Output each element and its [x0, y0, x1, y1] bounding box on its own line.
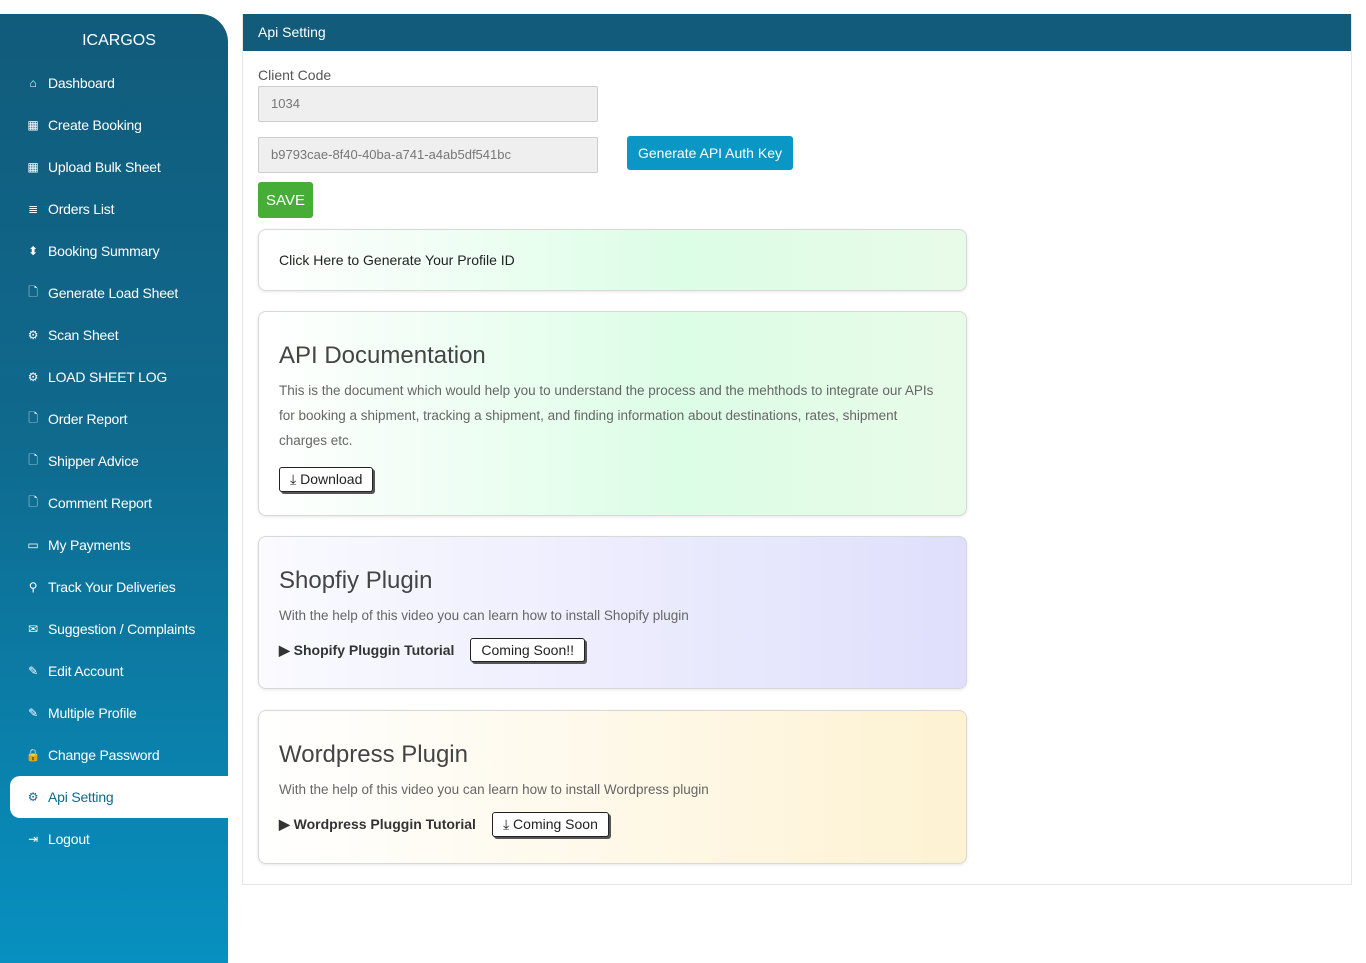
brand-logo: ICARGOS	[82, 32, 156, 49]
sidebar-item-label: Dashboard	[48, 75, 115, 91]
gear-icon: ⚙	[27, 790, 39, 804]
pencil-icon: ✎	[28, 664, 38, 678]
gear-icon: ⚙	[27, 328, 39, 342]
sidebar-item-label: Booking Summary	[48, 243, 160, 259]
home-icon: ⌂	[29, 76, 37, 90]
client-code-label: Client Code	[258, 67, 332, 83]
page-title: Api Setting	[243, 14, 1351, 51]
file-icon: 🗋	[28, 494, 38, 509]
shopify-tutorial-toggle[interactable]: ▶ Shopify Pluggin Tutorial	[279, 642, 454, 659]
card-title: Wordpress Plugin	[279, 741, 468, 768]
download-label: Download	[300, 471, 363, 487]
generate-profile-id-link[interactable]: Click Here to Generate Your Profile ID	[279, 252, 515, 268]
sidebar-item-edit-account[interactable]: ✎ Edit Account	[0, 650, 228, 692]
sidebar-item-upload-bulk-sheet[interactable]: ▦ Upload Bulk Sheet	[0, 146, 228, 188]
sidebar-item-label: Create Booking	[48, 117, 142, 133]
sidebar-item-label: Multiple Profile	[48, 705, 137, 721]
download-icon: ⤓	[290, 471, 297, 487]
download-icon: ⤓	[502, 816, 510, 832]
sidebar-item-label: My Payments	[48, 537, 131, 553]
sidebar-item-label: Suggestion / Complaints	[48, 621, 196, 637]
sidebar-item-suggestion-complaints[interactable]: ✉ Suggestion / Complaints	[0, 608, 228, 650]
wallet-icon: ▭	[27, 538, 39, 552]
sidebar-item-label: Logout	[48, 831, 90, 847]
sidebar-item-track-your-deliveries[interactable]: ⚲ Track Your Deliveries	[0, 566, 228, 608]
sidebar-item-label: Scan Sheet	[48, 327, 119, 343]
sidebar-item-label: Edit Account	[48, 663, 124, 679]
card-text: With the help of this video you can lear…	[279, 608, 689, 623]
sidebar-item-create-booking[interactable]: ▦ Create Booking	[0, 104, 228, 146]
sidebar-item-multiple-profile[interactable]: ✎ Multiple Profile	[0, 692, 228, 734]
logout-icon: ⇥	[28, 832, 38, 846]
pencil-icon: ✎	[28, 706, 38, 720]
sidebar: ICARGOS ⌂ Dashboard ▦ Create Booking ▦ Upload…	[0, 14, 228, 963]
sort-icon: ⬍	[28, 244, 38, 258]
sidebar-item-comment-report[interactable]: 🗋 Comment Report	[0, 482, 228, 524]
sidebar-item-orders-list[interactable]: ≣ Orders List	[0, 188, 228, 230]
download-button[interactable]: ⤓ Download	[279, 467, 374, 492]
sidebar-item-label: Orders List	[48, 201, 115, 217]
api-key-input[interactable]: b9793cae-8f40-40ba-a741-a4ab5df541bc	[258, 137, 598, 173]
sidebar-item-generate-load-sheet[interactable]: 🗋 Generate Load Sheet	[0, 272, 228, 314]
sidebar-item-change-password[interactable]: 🔒 Change Password	[0, 734, 228, 776]
generate-api-key-button[interactable]: Generate API Auth Key	[627, 136, 793, 170]
sidebar-item-label: LOAD SHEET LOG	[48, 369, 168, 385]
coming-soon-button[interactable]: Coming Soon!!	[470, 638, 586, 662]
sidebar-item-label: Order Report	[48, 411, 128, 427]
sidebar-item-scan-sheet[interactable]: ⚙ Scan Sheet	[0, 314, 228, 356]
gear-icon: ⚙	[27, 370, 39, 384]
sidebar-item-label: Upload Bulk Sheet	[48, 159, 161, 175]
file-icon: 🗋	[28, 284, 38, 299]
save-button[interactable]: SAVE	[258, 182, 313, 218]
mail-icon: ✉	[28, 622, 38, 636]
sidebar-item-label: Api Setting	[48, 789, 114, 805]
location-icon: ⚲	[28, 580, 38, 594]
api-documentation-card: API Documentation This is the document w…	[258, 311, 967, 516]
sidebar-item-label: Track Your Deliveries	[48, 579, 176, 595]
client-code-input[interactable]: 1034	[258, 86, 598, 122]
sidebar-item-shipper-advice[interactable]: 🗋 Shipper Advice	[0, 440, 228, 482]
sidebar-item-api-setting[interactable]: ⚙ Api Setting	[10, 776, 228, 818]
coming-soon-button[interactable]: ⤓ Coming Soon	[491, 812, 609, 837]
sidebar-item-my-payments[interactable]: ▭ My Payments	[0, 524, 228, 566]
sidebar-item-label: Generate Load Sheet	[48, 285, 179, 301]
sidebar-item-label: Comment Report	[48, 495, 152, 511]
main-panel: Api Setting Client Code 1034 b9793cae-8f…	[242, 14, 1352, 885]
sidebar-item-label: Change Password	[48, 747, 160, 763]
file-icon: 🗋	[28, 452, 38, 467]
play-icon: ▶	[279, 641, 290, 658]
card-title: Shopfiy Plugin	[279, 567, 433, 594]
list-icon: ≣	[28, 202, 38, 216]
calendar-icon: ▦	[27, 160, 39, 174]
card-title: API Documentation	[279, 342, 486, 369]
file-icon: 🗋	[28, 410, 38, 425]
tutorial-label: Wordpress Pluggin Tutorial	[293, 816, 476, 832]
sidebar-item-booking-summary[interactable]: ⬍ Booking Summary	[0, 230, 228, 272]
sidebar-item-order-report[interactable]: 🗋 Order Report	[0, 398, 228, 440]
tutorial-label: Shopify Pluggin Tutorial	[293, 641, 455, 658]
sidebar-item-logout[interactable]: ⇥ Logout	[0, 818, 228, 860]
card-text: With the help of this video you can lear…	[279, 782, 709, 797]
card-text: This is the document which would help yo…	[279, 383, 934, 448]
sidebar-item-label: Shipper Advice	[48, 453, 139, 469]
play-icon: ▶	[279, 816, 290, 832]
generate-profile-id-card[interactable]: Click Here to Generate Your Profile ID	[258, 229, 967, 291]
lock-icon: 🔒	[25, 748, 41, 762]
calendar-icon: ▦	[27, 118, 39, 132]
sidebar-item-dashboard[interactable]: ⌂ Dashboard	[0, 62, 228, 104]
shopify-plugin-card: Shopfiy Plugin With the help of this vid…	[258, 536, 967, 689]
sidebar-item-load-sheet-log[interactable]: ⚙ LOAD SHEET LOG	[0, 356, 228, 398]
wordpress-tutorial-toggle[interactable]: ▶ Wordpress Pluggin Tutorial	[279, 816, 476, 833]
wordpress-plugin-card: Wordpress Plugin With the help of this v…	[258, 710, 967, 864]
coming-soon-label: Coming Soon	[513, 816, 598, 832]
